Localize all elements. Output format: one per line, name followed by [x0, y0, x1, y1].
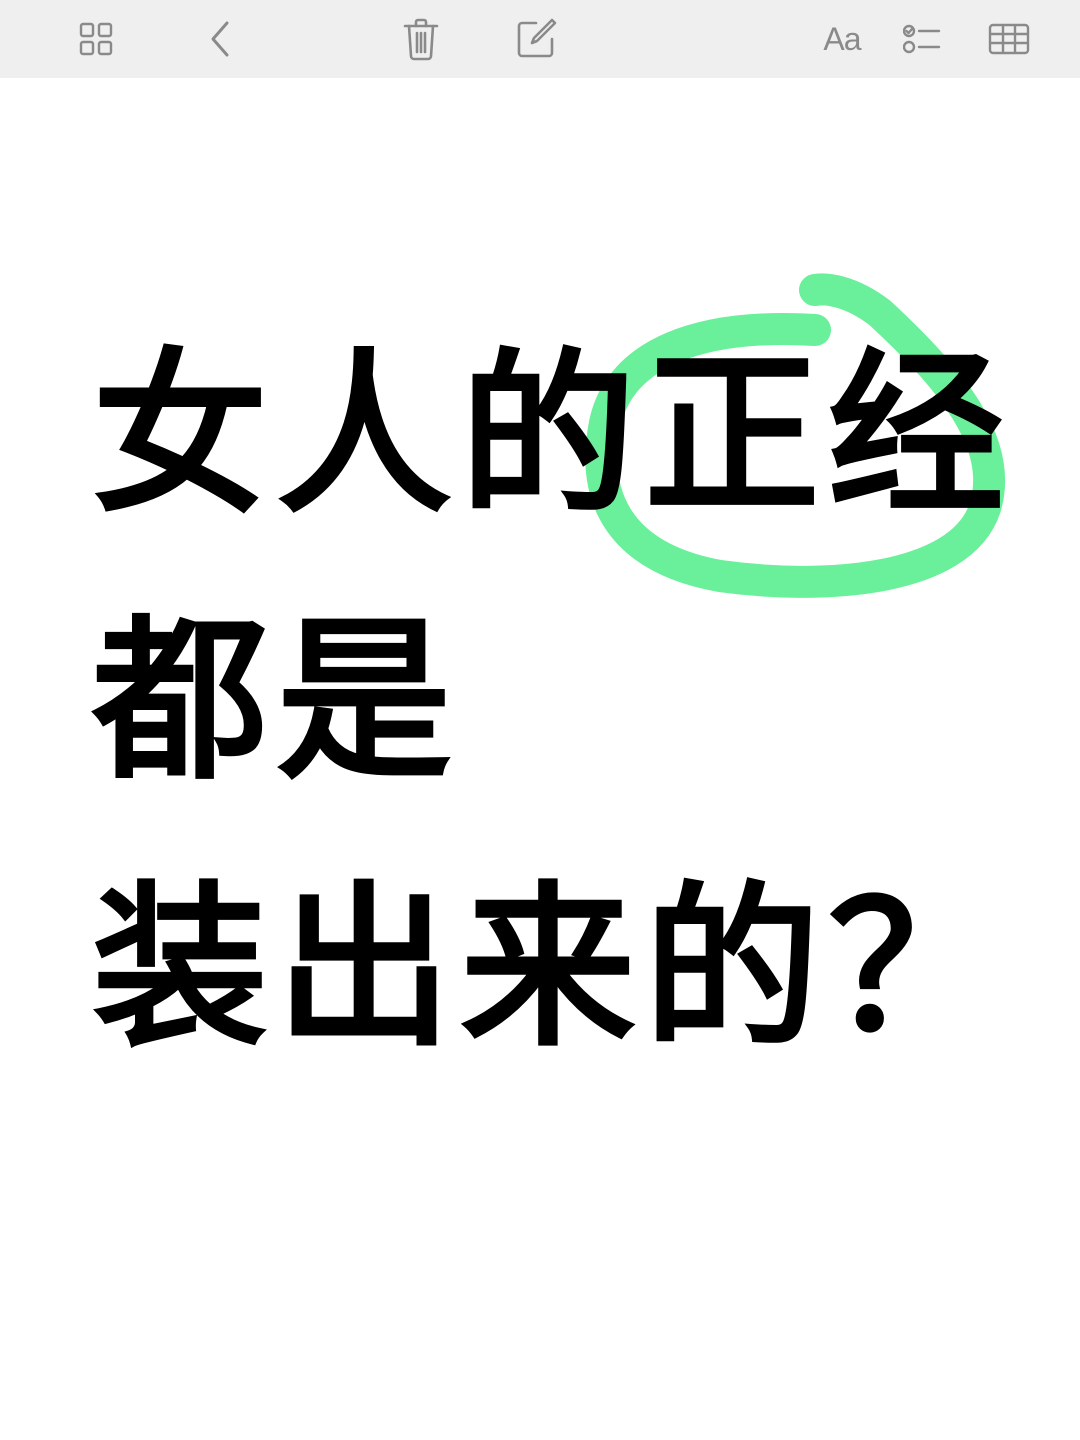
checklist-button[interactable] [892, 9, 952, 69]
compose-button[interactable] [506, 9, 566, 69]
note-line-2: 都是 [92, 599, 461, 804]
note-line-3: 装出来的？ [92, 866, 1013, 1071]
trash-icon [403, 18, 439, 61]
grid-icon [79, 22, 113, 56]
text-format-icon: Aa [823, 20, 861, 57]
chevron-left-icon [211, 21, 229, 57]
toolbar: Aa [0, 0, 1080, 78]
back-button[interactable] [190, 9, 250, 69]
compose-icon [517, 18, 557, 58]
format-button[interactable]: Aa [812, 9, 872, 69]
note-body[interactable]: 女人的正经 都是 装出来的？ [0, 78, 1080, 1440]
table-button[interactable] [979, 9, 1039, 69]
gallery-view-button[interactable] [66, 9, 126, 69]
delete-button[interactable] [391, 9, 451, 69]
note-line-1: 女人的正经 [92, 333, 1013, 538]
checklist-icon [903, 24, 941, 54]
table-icon [988, 23, 1030, 55]
